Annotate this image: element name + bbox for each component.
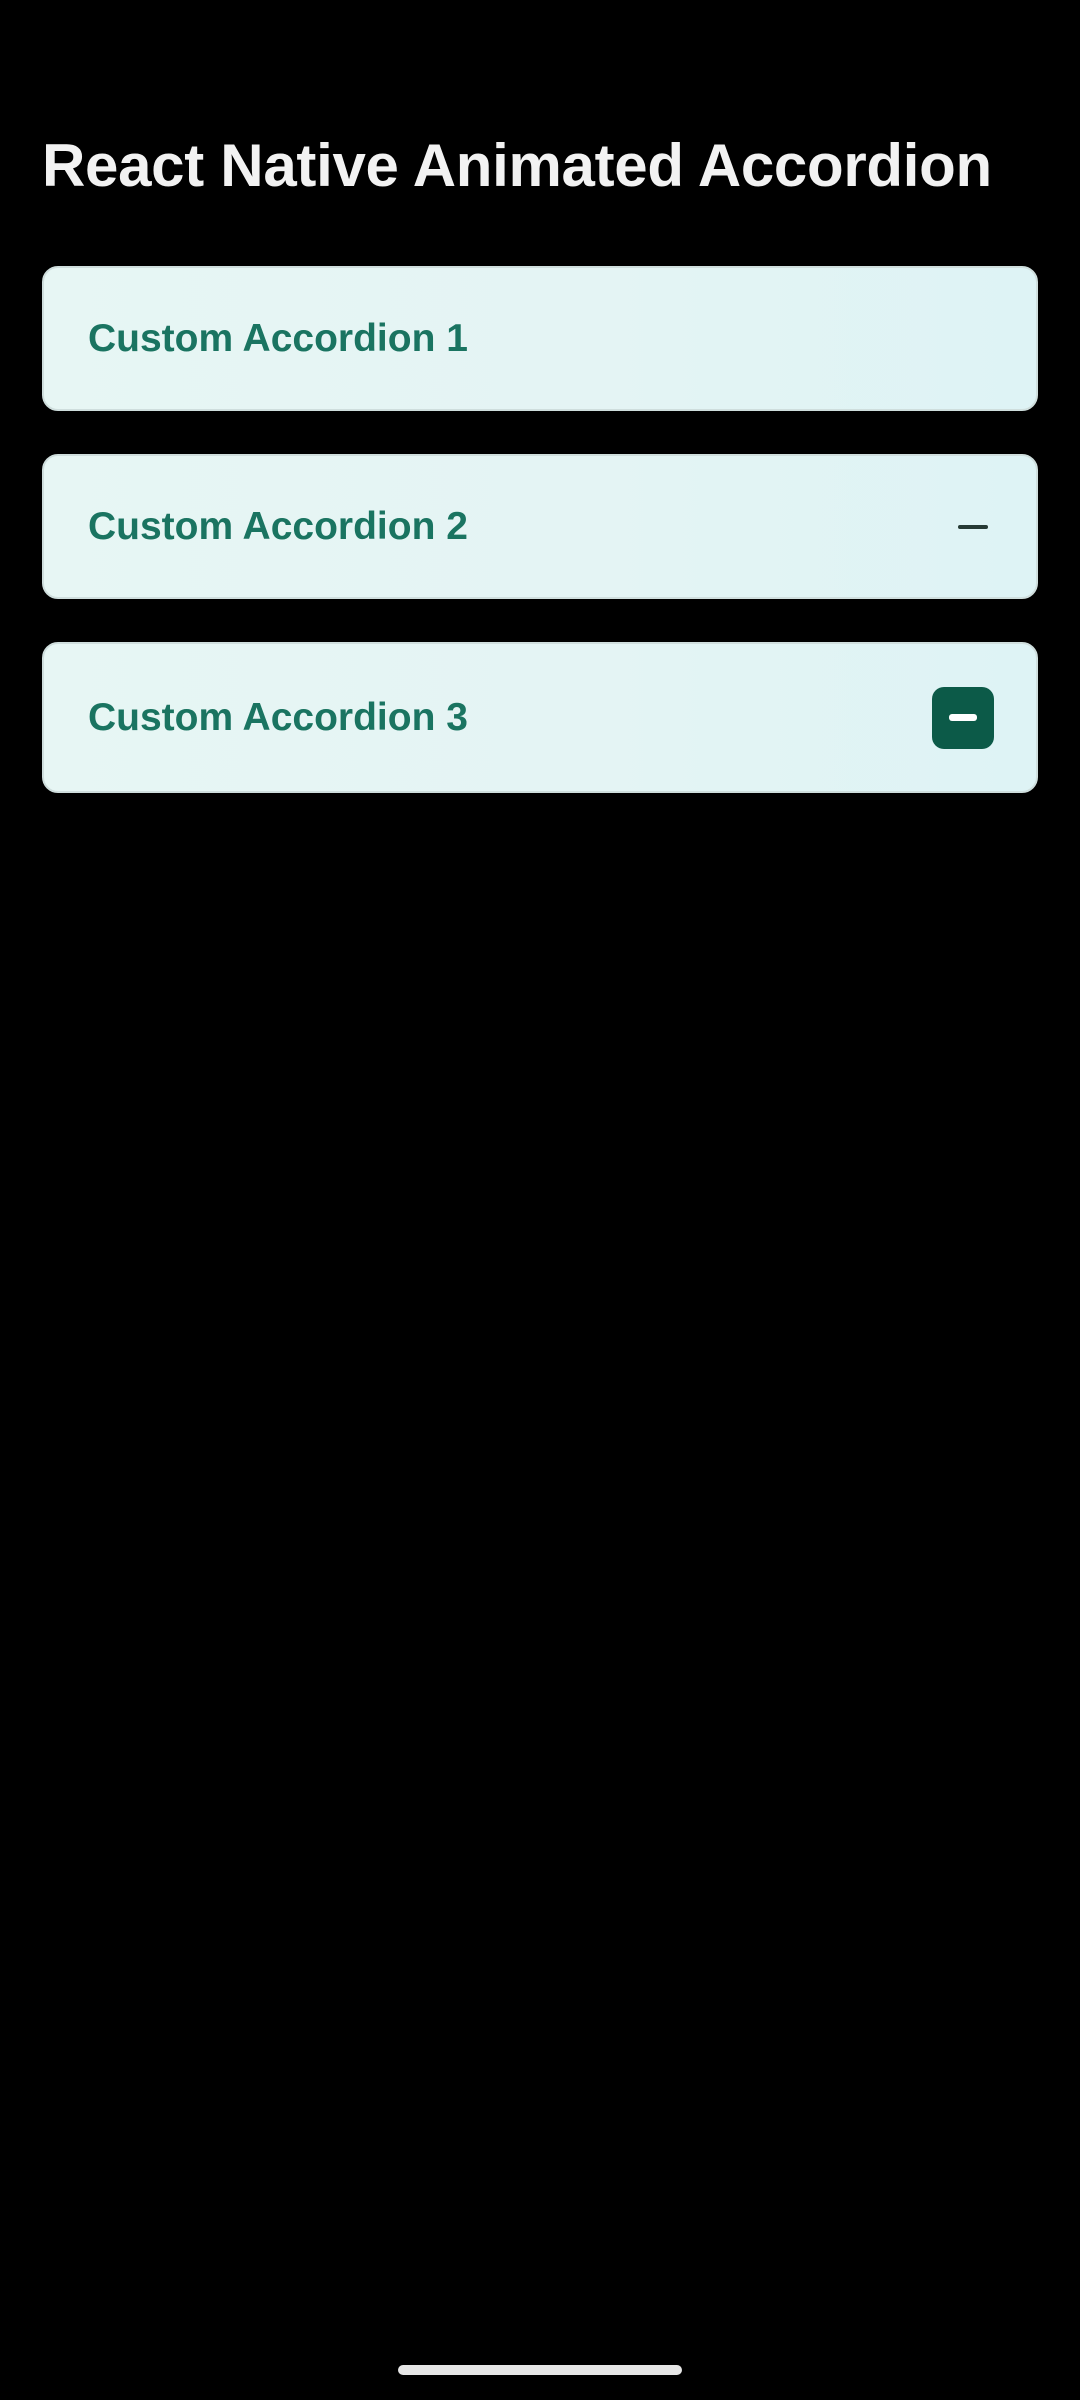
accordion-item-3[interactable]: Custom Accordion 3 xyxy=(42,642,1038,793)
home-indicator[interactable] xyxy=(398,2365,682,2375)
accordion-list: Custom Accordion 1 Custom Accordion 2 Cu… xyxy=(42,266,1038,836)
minus-square-icon[interactable] xyxy=(932,686,994,749)
page-title: React Native Animated Accordion xyxy=(42,132,992,199)
accordion-label: Custom Accordion 3 xyxy=(88,695,468,739)
accordion-label: Custom Accordion 1 xyxy=(88,316,468,360)
accordion-label: Custom Accordion 2 xyxy=(88,504,468,548)
minus-bar xyxy=(949,714,977,721)
minus-icon[interactable] xyxy=(958,524,988,529)
app-screen: React Native Animated Accordion Custom A… xyxy=(0,0,1080,2400)
accordion-item-1[interactable]: Custom Accordion 1 xyxy=(42,266,1038,411)
accordion-item-2[interactable]: Custom Accordion 2 xyxy=(42,454,1038,599)
